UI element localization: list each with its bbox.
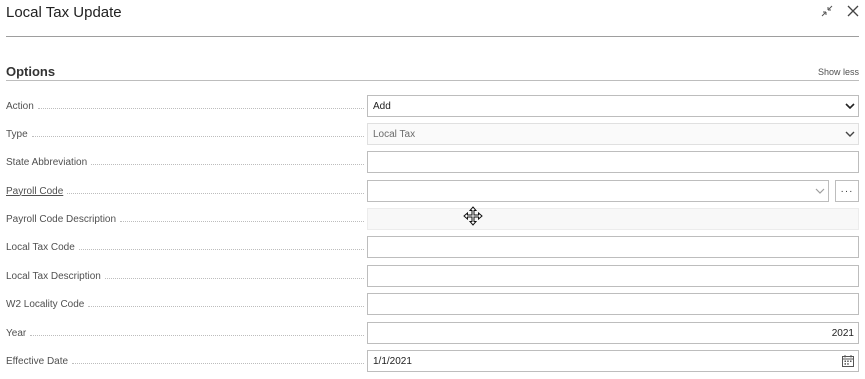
dialog-header: Local Tax Update	[0, 0, 865, 36]
label-leader	[37, 107, 364, 109]
field-row-year: Year 2021	[6, 322, 859, 344]
local-tax-code-label: Local Tax Code	[6, 241, 75, 253]
field-row-effective-date: Effective Date 1/1/2021	[6, 350, 859, 372]
show-less-link[interactable]: Show less	[818, 67, 859, 77]
label-leader	[30, 334, 364, 336]
effective-date-label: Effective Date	[6, 355, 69, 367]
move-cursor-icon	[463, 206, 483, 226]
year-input[interactable]: 2021	[367, 322, 859, 344]
payroll-code-input[interactable]	[367, 180, 829, 202]
options-section-header: Options Show less	[6, 60, 859, 80]
label-leader	[104, 277, 364, 279]
close-icon[interactable]	[845, 3, 861, 19]
payroll-code-description-field	[367, 208, 859, 230]
payroll-code-lookup-button[interactable]: ···	[835, 180, 859, 202]
chevron-down-icon	[842, 96, 858, 116]
type-value: Local Tax	[373, 128, 416, 140]
label-leader	[31, 135, 364, 137]
field-row-local-tax-description: Local Tax Description	[6, 265, 859, 287]
dialog-title: Local Tax Update	[6, 4, 122, 21]
field-row-type: Type Local Tax	[6, 123, 859, 145]
collapse-icon[interactable]	[819, 3, 835, 19]
header-divider	[6, 36, 859, 37]
calendar-icon[interactable]	[840, 351, 858, 371]
action-label: Action	[6, 100, 34, 112]
payroll-code-description-label: Payroll Code Description	[6, 213, 117, 225]
field-row-payroll-code: Payroll Code ···	[6, 180, 859, 202]
label-leader	[67, 192, 364, 194]
local-tax-description-input[interactable]	[367, 265, 859, 287]
w2-locality-code-label: W2 Locality Code	[6, 298, 85, 310]
chevron-down-icon[interactable]	[812, 181, 828, 201]
field-row-local-tax-code: Local Tax Code	[6, 236, 859, 258]
chevron-down-icon	[842, 124, 858, 144]
header-actions	[819, 3, 861, 19]
field-row-state-abbreviation: State Abbreviation	[6, 151, 859, 173]
year-value: 2021	[831, 327, 854, 339]
local-tax-code-input[interactable]	[367, 236, 859, 258]
w2-locality-code-input[interactable]	[367, 293, 859, 315]
action-value: Add	[373, 100, 391, 112]
type-label: Type	[6, 128, 28, 140]
local-tax-description-label: Local Tax Description	[6, 270, 101, 282]
effective-date-value: 1/1/2021	[373, 355, 412, 367]
action-select[interactable]: Add	[367, 95, 859, 117]
section-title: Options	[6, 64, 56, 79]
field-row-action: Action Add	[6, 95, 859, 117]
label-leader	[72, 362, 364, 364]
field-row-w2-locality-code: W2 Locality Code	[6, 293, 859, 315]
effective-date-input[interactable]: 1/1/2021	[367, 350, 859, 372]
year-label: Year	[6, 327, 27, 339]
label-leader	[78, 248, 364, 250]
payroll-code-label[interactable]: Payroll Code	[6, 186, 67, 197]
label-leader	[120, 220, 364, 222]
label-leader	[91, 163, 364, 165]
label-leader	[88, 305, 364, 307]
section-divider	[6, 80, 859, 81]
type-select[interactable]: Local Tax	[367, 123, 859, 145]
state-abbreviation-input[interactable]	[367, 151, 859, 173]
field-row-payroll-code-description: Payroll Code Description	[6, 208, 859, 230]
state-abbreviation-label: State Abbreviation	[6, 156, 88, 168]
